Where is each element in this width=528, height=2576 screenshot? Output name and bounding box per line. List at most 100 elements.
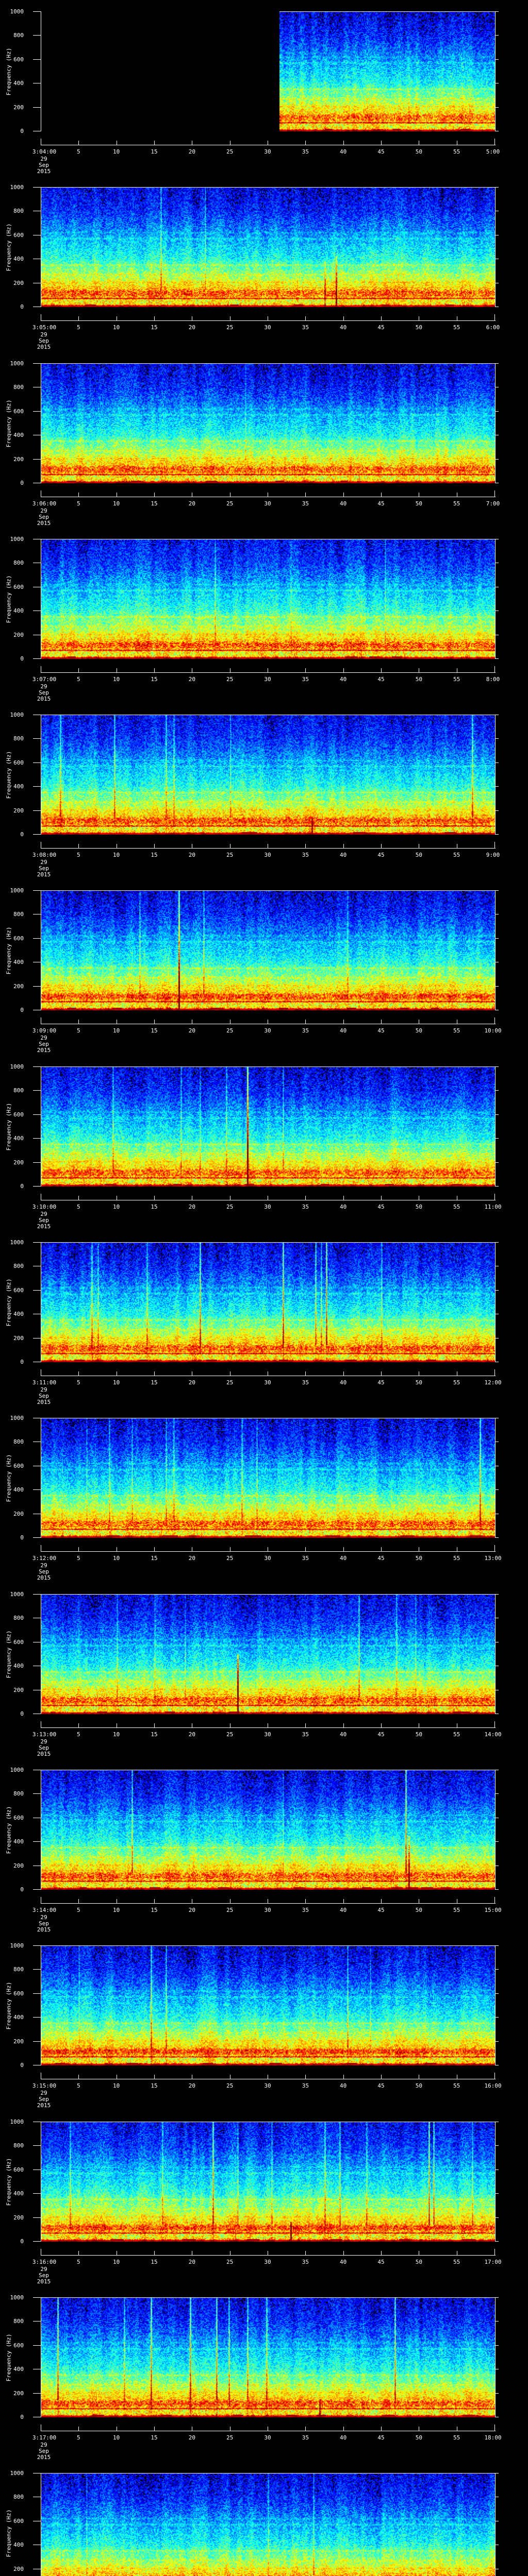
x-minute-label: 5 <box>77 676 80 683</box>
y-tick-label: 0 <box>20 128 24 134</box>
x-tick-mark <box>494 490 495 497</box>
x-end-time-label: 15:00 <box>484 1907 502 1913</box>
x-minute-label: 15 <box>151 852 158 858</box>
y-tick-label: 0 <box>20 1710 24 1717</box>
y-tick-mark <box>33 2145 41 2146</box>
spectrogram-panel-1500: Frequency (Hz) 0 200 400 600 800 1000 3:15:00 5 1… <box>0 1934 528 2110</box>
y-tick-label: 0 <box>20 1886 24 1893</box>
plot-right-frame <box>495 2473 496 2576</box>
y-tick-label: 1000 <box>10 2470 24 2477</box>
x-minute-label: 45 <box>377 852 385 858</box>
x-minute-label: 45 <box>377 148 385 155</box>
y-tick-label: 0 <box>20 1534 24 1541</box>
x-minute-label: 50 <box>415 1027 422 1034</box>
y-tick-mark <box>33 1290 41 1291</box>
y-tick-mark-right <box>496 1138 499 1139</box>
x-start-time-label: 3:08:00 <box>32 852 57 858</box>
plot-right-frame <box>495 2297 496 2417</box>
x-minute-label: 55 <box>453 148 460 155</box>
x-minute-label: 15 <box>151 324 158 331</box>
y-tick-label: 200 <box>13 279 24 286</box>
x-tick-mark <box>381 1899 382 1903</box>
date-line: 2015 <box>37 2278 51 2285</box>
date-line: 2015 <box>37 168 51 175</box>
y-tick-mark-right <box>496 658 499 659</box>
y-tick-mark-right <box>496 1090 499 1091</box>
x-minute-label: 10 <box>113 676 120 683</box>
x-minute-label: 5 <box>77 2434 80 2441</box>
x-minute-label: 30 <box>264 676 271 683</box>
spectrogram-image <box>41 715 495 835</box>
x-minute-label: 40 <box>340 1379 347 1386</box>
y-tick-label: 1000 <box>10 536 24 543</box>
date-line: Sep <box>39 2448 49 2454</box>
date-line: 29 <box>40 1386 47 1393</box>
x-tick-mark <box>343 1723 344 1727</box>
x-tick-mark <box>343 2075 344 2079</box>
y-tick-mark <box>33 1242 41 1243</box>
x-minute-label: 25 <box>226 148 234 155</box>
x-minute-label: 40 <box>340 1027 347 1034</box>
x-tick-mark <box>78 1371 79 1376</box>
y-axis-title: Frequency (Hz) <box>5 1454 12 1502</box>
spectrogram-panel-1300: Frequency (Hz) 0 200 400 600 800 1000 3:13:00 5 1… <box>0 1583 528 1758</box>
y-tick-mark <box>33 1945 41 1946</box>
date-line: 2015 <box>37 1751 51 1757</box>
x-minute-label: 20 <box>188 500 195 507</box>
y-tick-label: 600 <box>13 1638 24 1646</box>
spectrogram-panel-1400: Frequency (Hz) 0 200 400 600 800 1000 3:14:00 5 1… <box>0 1758 528 1934</box>
y-tick-label: 1000 <box>10 887 24 894</box>
y-axis-title: Frequency (Hz) <box>5 926 12 974</box>
x-end-time-label: 16:00 <box>484 2082 502 2089</box>
x-tick-mark <box>494 1194 495 1200</box>
x-minute-label: 45 <box>377 2259 385 2265</box>
y-tick-label: 600 <box>13 1462 24 1469</box>
date-line: Sep <box>39 1744 49 1751</box>
x-tick-mark <box>381 2251 382 2255</box>
y-tick-label: 800 <box>13 2318 24 2325</box>
spectrogram-panel-0700: Frequency (Hz) 0 200 400 600 800 1000 3:07:00 5 1… <box>0 528 528 703</box>
x-tick-mark <box>78 493 79 497</box>
x-minute-label: 15 <box>151 676 158 683</box>
x-tick-mark <box>305 2251 306 2255</box>
y-tick-mark-right <box>496 1162 499 1163</box>
x-minute-label: 20 <box>188 1204 195 1210</box>
y-tick-label: 400 <box>13 1135 24 1142</box>
y-tick-label: 200 <box>13 455 24 463</box>
spectrogram-image <box>41 187 495 307</box>
x-tick-mark <box>343 1196 344 1200</box>
x-tick-mark <box>343 1371 344 1376</box>
x-tick-mark <box>343 493 344 497</box>
x-minute-label: 25 <box>226 1907 234 1913</box>
spectrogram-panel-0400: Frequency (Hz) 0 200 400 600 800 1000 3:04:00 5 1… <box>0 0 528 176</box>
x-minute-label: 15 <box>151 2082 158 2089</box>
y-axis-title: Frequency (Hz) <box>5 223 12 271</box>
spectrogram-image <box>41 539 495 659</box>
x-minute-label: 20 <box>188 2082 195 2089</box>
y-axis-title: Frequency (Hz) <box>5 1278 12 1326</box>
y-tick-label: 600 <box>13 231 24 239</box>
y-tick-mark-right <box>496 2041 499 2042</box>
x-minute-label: 55 <box>453 1027 460 1034</box>
y-tick-mark <box>33 1969 41 1970</box>
x-tick-mark <box>78 316 79 320</box>
x-minute-label: 30 <box>264 1907 271 1913</box>
y-tick-mark-right <box>496 762 499 763</box>
x-minute-label: 50 <box>415 1555 422 1562</box>
y-tick-mark-right <box>496 1290 499 1291</box>
x-minute-label: 5 <box>77 1027 80 1034</box>
y-tick-label: 1000 <box>10 184 24 191</box>
date-line: Sep <box>39 689 49 696</box>
x-minute-label: 55 <box>453 2434 460 2441</box>
spectrogram-panel-0800: Frequency (Hz) 0 200 400 600 800 1000 3:08:00 5 1… <box>0 703 528 879</box>
x-minute-label: 5 <box>77 324 80 331</box>
x-end-time-label: 10:00 <box>484 1027 502 1034</box>
x-tick-mark <box>154 316 155 320</box>
x-tick-mark <box>381 844 382 848</box>
x-minute-label: 10 <box>113 324 120 331</box>
y-tick-mark <box>33 1594 41 1595</box>
x-tick-mark <box>494 1369 495 1376</box>
x-minute-label: 35 <box>302 676 309 683</box>
plot-right-frame <box>495 1945 496 2065</box>
y-tick-label: 400 <box>13 783 24 790</box>
